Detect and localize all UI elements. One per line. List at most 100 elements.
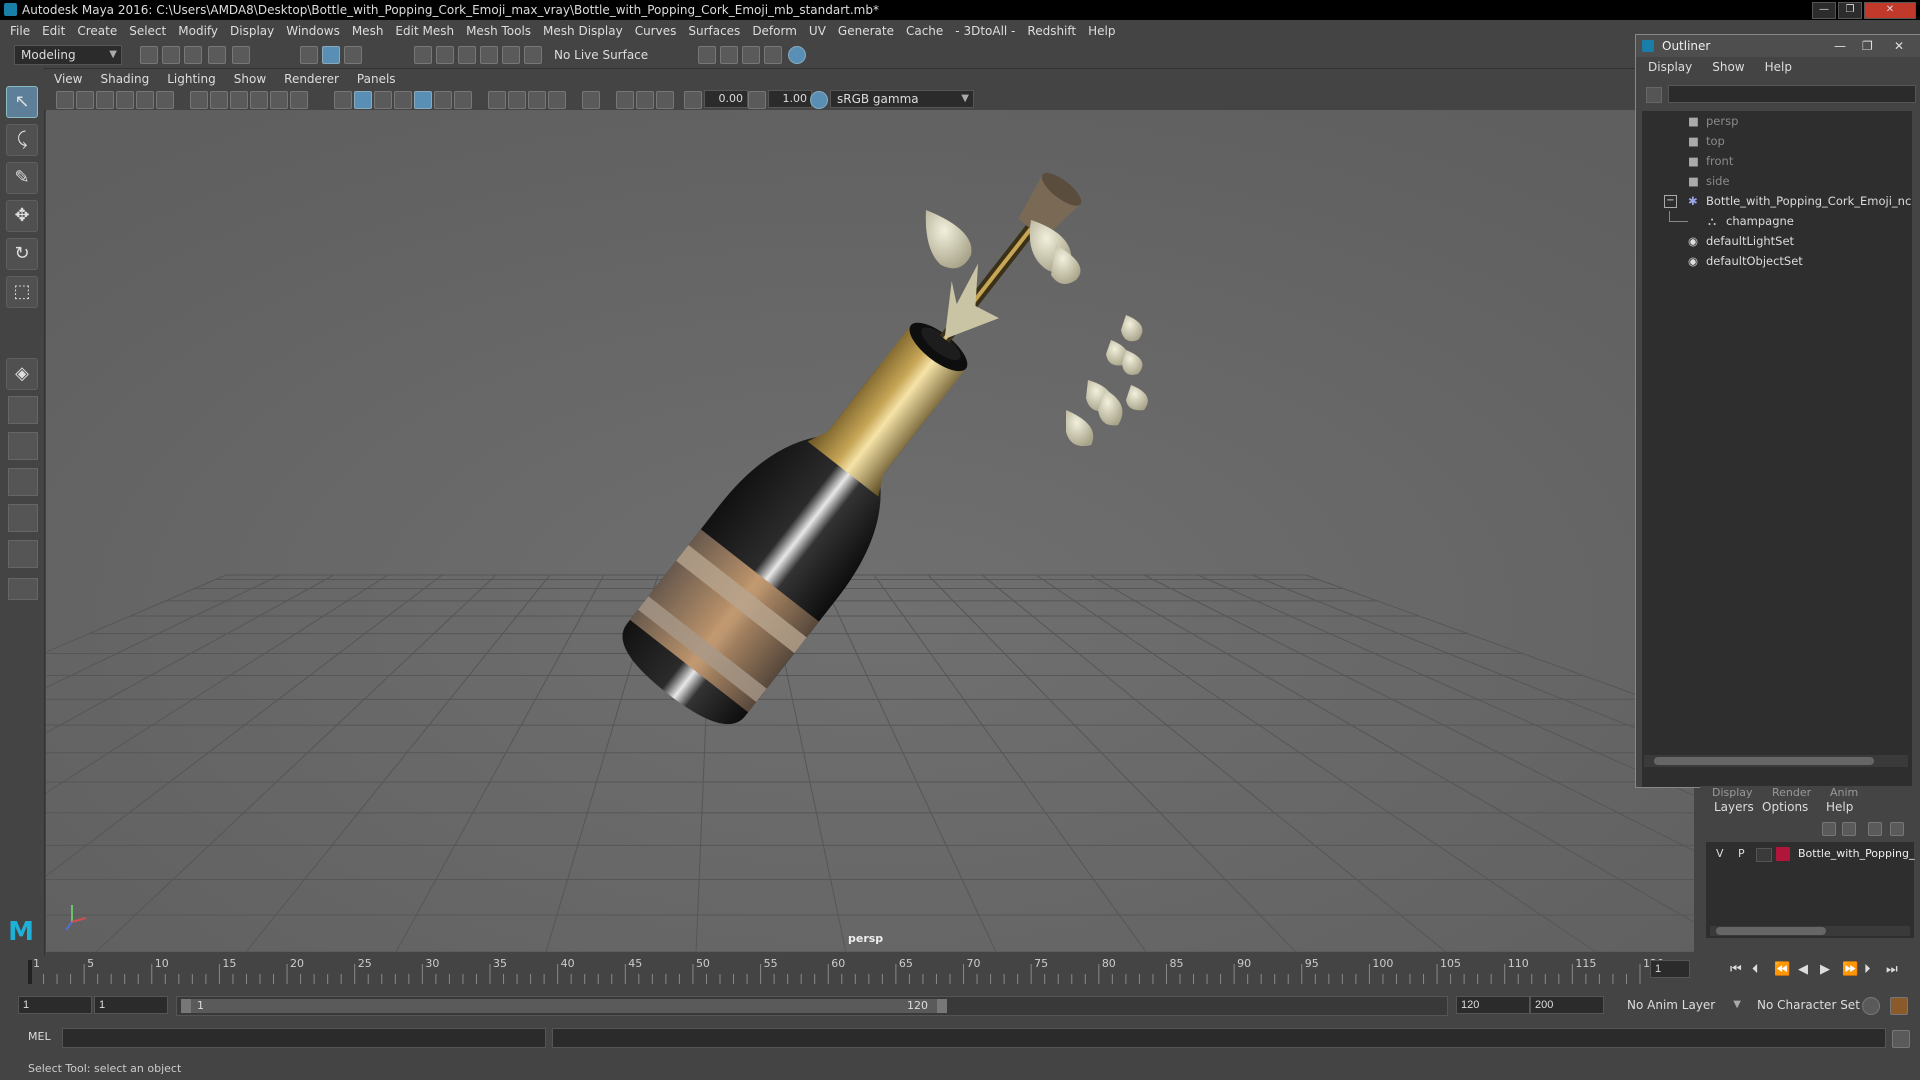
open-scene-icon[interactable] bbox=[162, 46, 180, 64]
film-gate-icon[interactable] bbox=[210, 91, 228, 109]
shadows-icon[interactable] bbox=[454, 91, 472, 109]
step-forward-frame-icon[interactable]: ⏵ bbox=[1864, 962, 1871, 977]
live-surface-label[interactable]: No Live Surface bbox=[554, 46, 648, 64]
current-frame-field[interactable] bbox=[1650, 960, 1690, 978]
auto-key-icon[interactable] bbox=[1862, 997, 1880, 1015]
character-set-dropdown[interactable]: No Character Set bbox=[1750, 995, 1866, 1015]
xray-icon[interactable] bbox=[616, 91, 634, 109]
layer-tab-render[interactable]: Render bbox=[1772, 786, 1811, 799]
menu-surfaces[interactable]: Surfaces bbox=[688, 24, 740, 38]
camera-attributes-icon[interactable] bbox=[76, 91, 94, 109]
menu-file[interactable]: File bbox=[10, 24, 30, 38]
color-management-icon[interactable] bbox=[810, 91, 828, 109]
menu-create[interactable]: Create bbox=[77, 24, 117, 38]
gate-mask-icon[interactable] bbox=[250, 91, 268, 109]
minimize-button[interactable]: — bbox=[1812, 2, 1836, 19]
close-button[interactable]: ✕ bbox=[1864, 2, 1916, 19]
layer-row[interactable]: V P Bottle_with_Popping_ bbox=[1706, 844, 1915, 864]
layout-four-pane-icon[interactable] bbox=[8, 396, 38, 424]
current-time-indicator[interactable] bbox=[28, 960, 32, 984]
playback-start-field[interactable] bbox=[94, 996, 168, 1014]
menu-select[interactable]: Select bbox=[129, 24, 166, 38]
undo-icon[interactable] bbox=[208, 46, 226, 64]
layer-menu-layers[interactable]: Layers bbox=[1714, 800, 1754, 814]
redo-icon[interactable] bbox=[232, 46, 250, 64]
range-slider[interactable]: 1 120 bbox=[176, 996, 1448, 1016]
textured-icon[interactable] bbox=[414, 91, 432, 109]
outliner-header[interactable]: Outliner — ❐ ✕ bbox=[1636, 35, 1920, 58]
use-all-lights-icon[interactable] bbox=[434, 91, 452, 109]
scrollbar-thumb[interactable] bbox=[1654, 757, 1874, 765]
grease-pencil-icon[interactable] bbox=[156, 91, 174, 109]
layer-tab-display[interactable]: Display bbox=[1712, 786, 1753, 799]
safe-action-icon[interactable] bbox=[290, 91, 308, 109]
layer-playback-toggle[interactable]: P bbox=[1738, 844, 1745, 864]
snap-grid-icon[interactable] bbox=[414, 46, 432, 64]
xray-active-icon[interactable] bbox=[636, 91, 654, 109]
layer-menu-options[interactable]: Options bbox=[1762, 800, 1808, 814]
motion-blur-icon[interactable] bbox=[508, 91, 526, 109]
animation-preferences-icon[interactable] bbox=[1890, 997, 1908, 1015]
select-tool-icon[interactable]: ↖ bbox=[6, 86, 38, 118]
panel-menu-lighting[interactable]: Lighting bbox=[167, 72, 216, 86]
go-to-start-icon[interactable]: ⏮ bbox=[1730, 962, 1742, 977]
camera-select-icon[interactable] bbox=[56, 91, 74, 109]
menu-deform[interactable]: Deform bbox=[752, 24, 797, 38]
script-editor-icon[interactable] bbox=[1892, 1030, 1910, 1048]
step-back-key-icon[interactable]: ⏪ bbox=[1774, 962, 1790, 977]
play-forward-icon[interactable]: ▶ bbox=[1820, 962, 1830, 977]
move-layer-down-icon[interactable] bbox=[1842, 822, 1856, 836]
menu-mesh-display[interactable]: Mesh Display bbox=[543, 24, 623, 38]
render-frame-icon[interactable] bbox=[720, 46, 738, 64]
smooth-shade-icon[interactable] bbox=[354, 91, 372, 109]
layer-horizontal-scrollbar[interactable] bbox=[1710, 926, 1910, 936]
xray-joints-icon[interactable] bbox=[656, 91, 674, 109]
range-handle-end-marker[interactable] bbox=[937, 999, 947, 1013]
bookmark-icon[interactable] bbox=[96, 91, 114, 109]
snap-curve-icon[interactable] bbox=[436, 46, 454, 64]
outliner-item-top[interactable]: ■ top bbox=[1642, 131, 1912, 151]
mode-dropdown[interactable]: Modeling ▼ bbox=[14, 45, 122, 65]
layout-single-pane-icon[interactable] bbox=[8, 432, 38, 460]
menu-edit[interactable]: Edit bbox=[42, 24, 65, 38]
default-material-icon[interactable] bbox=[374, 91, 392, 109]
layout-graph-persp-icon[interactable] bbox=[8, 504, 38, 532]
new-layer-icon[interactable] bbox=[1868, 822, 1882, 836]
outliner-maximize-button[interactable]: ❐ bbox=[1862, 35, 1873, 57]
maximize-button[interactable]: ❐ bbox=[1838, 2, 1862, 19]
gamma-field[interactable]: 1.00 bbox=[768, 90, 812, 108]
outliner-menu-help[interactable]: Help bbox=[1765, 60, 1792, 74]
move-tool-icon[interactable]: ✥ bbox=[6, 200, 38, 232]
menu-help[interactable]: Help bbox=[1088, 24, 1115, 38]
wireframe-icon[interactable] bbox=[334, 91, 352, 109]
anti-aliasing-icon[interactable] bbox=[528, 91, 546, 109]
depth-of-field-icon[interactable] bbox=[548, 91, 566, 109]
save-scene-icon[interactable] bbox=[184, 46, 202, 64]
menu-windows[interactable]: Windows bbox=[286, 24, 340, 38]
outliner-search-input[interactable] bbox=[1668, 85, 1916, 103]
panel-menu-shading[interactable]: Shading bbox=[100, 72, 149, 86]
menu-curves[interactable]: Curves bbox=[635, 24, 677, 38]
outliner-horizontal-scrollbar[interactable] bbox=[1644, 755, 1908, 767]
outliner-menu-show[interactable]: Show bbox=[1712, 60, 1744, 74]
go-to-end-icon[interactable]: ⏭ bbox=[1886, 962, 1898, 977]
hypershade-icon[interactable] bbox=[788, 46, 806, 64]
lasso-tool-icon[interactable]: ⤹ bbox=[6, 124, 38, 156]
panel-menu-renderer[interactable]: Renderer bbox=[284, 72, 339, 86]
color-space-dropdown[interactable]: sRGB gamma ▼ bbox=[830, 90, 974, 108]
menu-uv[interactable]: UV bbox=[809, 24, 826, 38]
render-settings-icon[interactable] bbox=[764, 46, 782, 64]
outliner-menu-display[interactable]: Display bbox=[1648, 60, 1692, 74]
outliner-filter-icon[interactable] bbox=[1646, 87, 1662, 103]
screen-space-ao-icon[interactable] bbox=[488, 91, 506, 109]
scrollbar-thumb[interactable] bbox=[1716, 927, 1826, 935]
select-hierarchy-icon[interactable] bbox=[300, 46, 318, 64]
snap-point-icon[interactable] bbox=[458, 46, 476, 64]
scale-tool-icon[interactable]: ⬚ bbox=[6, 276, 38, 308]
collapse-toggle-icon[interactable]: − bbox=[1664, 195, 1677, 208]
range-slider-handle[interactable]: 1 120 bbox=[181, 999, 947, 1013]
menu-modify[interactable]: Modify bbox=[178, 24, 218, 38]
layout-custom-icon[interactable] bbox=[8, 578, 38, 600]
command-input[interactable] bbox=[62, 1028, 546, 1048]
exposure-icon[interactable] bbox=[684, 91, 702, 109]
